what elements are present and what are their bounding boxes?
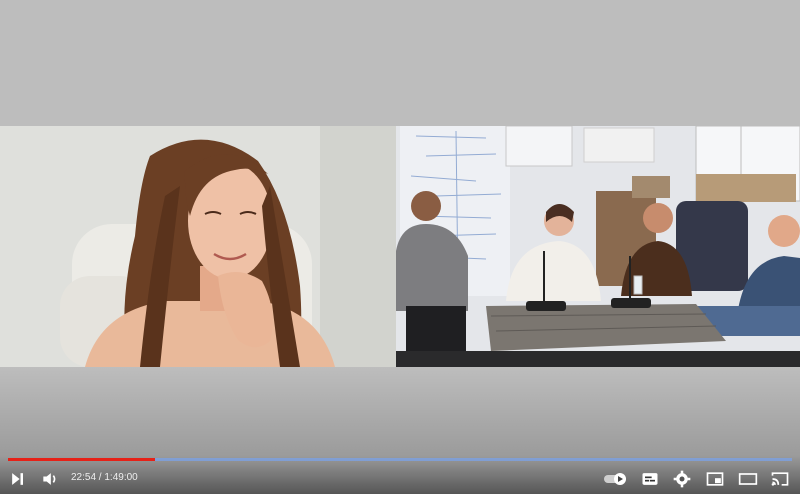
theater-icon	[738, 473, 758, 485]
progress-played	[8, 458, 155, 461]
gear-icon	[673, 470, 691, 488]
current-time: 22:54	[71, 472, 97, 483]
cast-icon	[771, 472, 789, 486]
player-controls: 22:54 / 1:49:00	[0, 463, 800, 494]
autoplay-toggle-icon	[604, 473, 626, 485]
video-player[interactable]: 22:54 / 1:49:00	[0, 0, 800, 494]
volume-icon	[43, 473, 56, 485]
cast-button[interactable]	[768, 467, 792, 491]
next-button[interactable]	[6, 467, 30, 491]
panel-discussion-image	[396, 126, 800, 367]
autoplay-toggle[interactable]	[603, 467, 629, 491]
video-panel-left	[0, 126, 396, 367]
video-frame[interactable]	[0, 126, 800, 367]
duration: 1:49:00	[104, 472, 138, 483]
miniplayer-icon	[706, 472, 724, 486]
volume-button[interactable]	[38, 467, 62, 491]
subtitles-icon	[642, 473, 658, 485]
theater-button[interactable]	[736, 467, 760, 491]
time-display: 22:54 / 1:49:00	[71, 472, 138, 483]
progress-bar[interactable]	[8, 458, 792, 461]
next-icon	[12, 473, 23, 485]
settings-button[interactable]	[670, 467, 694, 491]
miniplayer-button[interactable]	[703, 467, 727, 491]
webcam-person-image	[0, 126, 396, 367]
video-panel-right	[396, 126, 800, 367]
subtitles-button[interactable]	[638, 467, 662, 491]
